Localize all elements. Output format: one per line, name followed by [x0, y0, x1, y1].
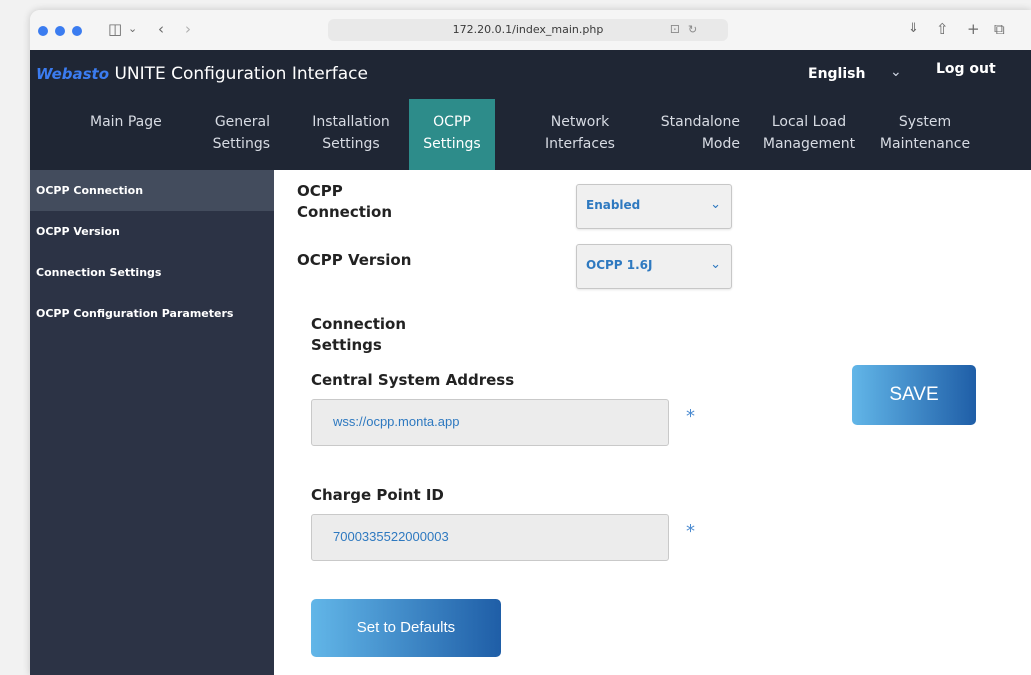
nav-label: OCPP [433, 114, 471, 130]
nav-label: Interfaces [545, 136, 615, 152]
nav-label: Network [550, 114, 610, 130]
connection-settings-heading: Connection Settings [311, 314, 406, 356]
forward-icon[interactable]: › [185, 19, 191, 39]
address-bar[interactable]: 172.20.0.1/index_main.php ⚀ ↻ [328, 19, 728, 41]
nav-general-settings[interactable]: General Settings [200, 99, 270, 170]
set-to-defaults-button[interactable]: Set to Defaults [311, 599, 501, 657]
nav-network-interfaces[interactable]: Network Interfaces [535, 99, 625, 170]
select-value: Enabled [586, 198, 641, 212]
nav-label: Main Page [90, 114, 162, 130]
sidebar-item-ocpp-configuration-parameters[interactable]: OCPP Configuration Parameters [30, 293, 274, 334]
nav-label: Mode [701, 136, 740, 152]
nav-label: Local Load [771, 114, 847, 130]
logout-link[interactable]: Log out [936, 61, 996, 77]
nav-label: Management [762, 136, 856, 152]
required-mark: * [686, 521, 695, 542]
central-system-address-label: Central System Address [311, 371, 515, 389]
ocpp-connection-label: OCPP Connection [297, 181, 392, 223]
reload-icon[interactable]: ↻ [688, 19, 697, 41]
nav-label: System [898, 114, 952, 130]
ocpp-version-label: OCPP Version [297, 251, 412, 269]
nav-label: Standalone [660, 114, 740, 130]
nav-label: Settings [212, 136, 270, 152]
language-select[interactable]: English [808, 66, 865, 82]
label-line: Connection [297, 203, 393, 221]
nav-standalone-mode[interactable]: Standalone Mode [650, 99, 740, 170]
app-title: UNITE Configuration Interface [114, 64, 368, 84]
charge-point-id-input[interactable]: 7000335522000003 [311, 514, 669, 561]
select-value: OCPP 1.6J [586, 258, 653, 272]
share-icon[interactable]: ⇧ [936, 19, 949, 39]
sidebar-item-ocpp-version[interactable]: OCPP Version [30, 211, 274, 252]
sidebar: OCPP Connection OCPP Version Connection … [30, 170, 274, 675]
sidebar-toggle-icon[interactable]: ◫ [108, 19, 122, 39]
browser-toolbar: ◫ ⌄ ‹ › 172.20.0.1/index_main.php ⚀ ↻ ⇓ … [30, 10, 1031, 51]
nav-label: Installation [312, 114, 390, 130]
app-brand: Webasto UNITE Configuration Interface [36, 64, 368, 84]
chevron-down-icon: ⌄ [710, 197, 721, 212]
webasto-logo: Webasto [36, 65, 110, 83]
input-value: 7000335522000003 [333, 529, 449, 544]
heading-line: Connection [311, 315, 407, 333]
sidebar-item-ocpp-connection[interactable]: OCPP Connection [30, 170, 274, 211]
nav-label: Settings [423, 136, 481, 152]
sidebar-item-connection-settings[interactable]: Connection Settings [30, 252, 274, 293]
chevron-down-icon[interactable]: ⌄ [128, 19, 137, 39]
tabs-icon[interactable]: ⧉ [994, 19, 1005, 39]
close-window-icon[interactable] [38, 26, 48, 36]
back-icon[interactable]: ‹ [158, 19, 164, 39]
save-button[interactable]: SAVE [852, 365, 976, 425]
nav-main-page[interactable]: Main Page [90, 99, 180, 170]
chevron-down-icon: ⌄ [710, 257, 721, 272]
translate-icon[interactable]: ⚀ [670, 19, 680, 41]
nav-system-maintenance[interactable]: System Maintenance [875, 99, 975, 170]
main-content: OCPP Connection Enabled ⌄ OCPP Version O… [274, 170, 1031, 675]
nav-label: Maintenance [879, 136, 971, 152]
nav-ocpp-settings[interactable]: OCPP Settings [409, 99, 495, 170]
chevron-down-icon[interactable]: ⌄ [890, 64, 902, 80]
app-header: Webasto UNITE Configuration Interface En… [30, 50, 1031, 170]
download-icon[interactable]: ⇓ [908, 19, 919, 39]
input-value: wss://ocpp.monta.app [333, 414, 460, 429]
central-system-address-input[interactable]: wss://ocpp.monta.app [311, 399, 669, 446]
url-text: 172.20.0.1/index_main.php [452, 23, 604, 36]
nav-label: Settings [322, 136, 380, 152]
nav-label: General [214, 114, 270, 130]
new-tab-icon[interactable]: + [967, 19, 980, 39]
nav-installation-settings[interactable]: Installation Settings [306, 99, 396, 170]
ocpp-connection-select[interactable]: Enabled ⌄ [576, 184, 732, 229]
required-mark: * [686, 406, 695, 427]
nav-local-load-management[interactable]: Local Load Management [760, 99, 858, 170]
ocpp-version-select[interactable]: OCPP 1.6J ⌄ [576, 244, 732, 289]
heading-line: Settings [311, 336, 382, 354]
charge-point-id-label: Charge Point ID [311, 486, 444, 504]
browser-window: ◫ ⌄ ‹ › 172.20.0.1/index_main.php ⚀ ↻ ⇓ … [30, 10, 1031, 675]
minimize-window-icon[interactable] [55, 26, 65, 36]
zoom-window-icon[interactable] [72, 26, 82, 36]
label-line: OCPP [297, 182, 343, 200]
